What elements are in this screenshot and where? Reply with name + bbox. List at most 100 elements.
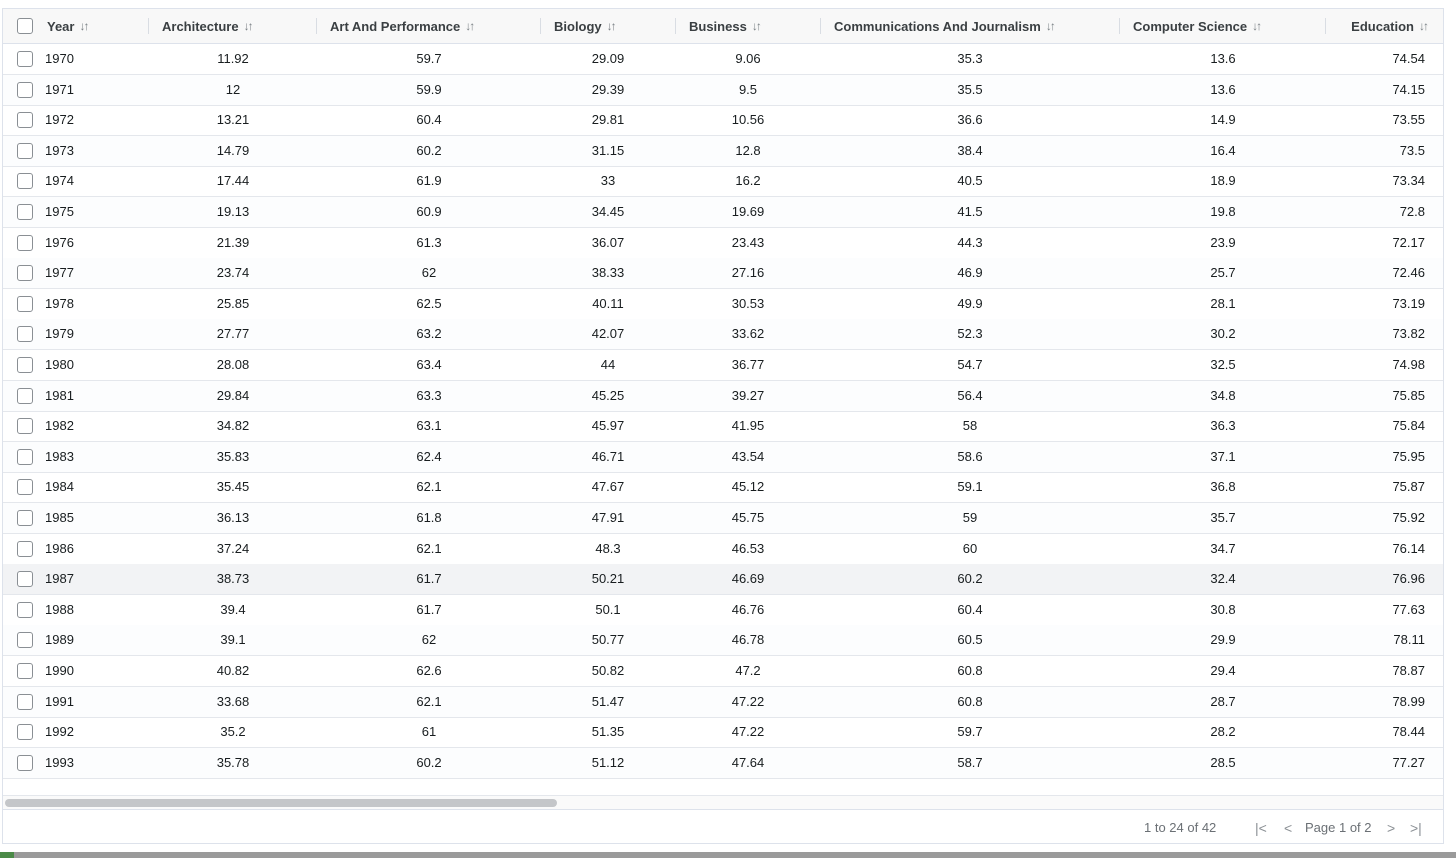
cell-biology[interactable]: 33 [548,166,668,196]
cell-biology[interactable]: 50.77 [548,625,668,655]
cell-year[interactable]: 1984 [45,472,145,502]
cell-architecture[interactable]: 35.78 [173,748,293,778]
cell-architecture[interactable]: 21.39 [173,228,293,258]
select-all-checkbox[interactable] [17,18,33,34]
cell-education[interactable]: 73.55 [1303,105,1425,135]
table-row[interactable]: 1986 37.24 62.1 48.3 46.53 60 34.7 76.14 [3,534,1443,565]
cell-business[interactable]: 30.53 [688,289,808,319]
cell-art-and-performance[interactable]: 61.7 [369,595,489,625]
cell-year[interactable]: 1991 [45,687,145,717]
cell-art-and-performance[interactable]: 63.2 [369,319,489,349]
cell-communications-and-journalism[interactable]: 41.5 [910,197,1030,227]
cell-biology[interactable]: 51.35 [548,717,668,747]
cell-biology[interactable]: 45.97 [548,411,668,441]
row-checkbox[interactable] [17,418,33,434]
table-row[interactable]: 1982 34.82 63.1 45.97 41.95 58 36.3 75.84 [3,411,1443,442]
cell-communications-and-journalism[interactable]: 59 [910,503,1030,533]
row-checkbox[interactable] [17,724,33,740]
cell-year[interactable]: 1973 [45,136,145,166]
cell-communications-and-journalism[interactable]: 49.9 [910,289,1030,319]
cell-business[interactable]: 45.75 [688,503,808,533]
horizontal-scrollbar[interactable] [3,795,1443,809]
row-checkbox[interactable] [17,510,33,526]
cell-education[interactable]: 78.11 [1303,625,1425,655]
table-row[interactable]: 1981 29.84 63.3 45.25 39.27 56.4 34.8 75.85 [3,381,1443,412]
table-row[interactable]: 1985 36.13 61.8 47.91 45.75 59 35.7 75.92 [3,503,1443,534]
cell-architecture[interactable]: 38.73 [173,564,293,594]
cell-art-and-performance[interactable]: 62.4 [369,442,489,472]
cell-year[interactable]: 1979 [45,319,145,349]
cell-biology[interactable]: 47.91 [548,503,668,533]
cell-communications-and-journalism[interactable]: 56.4 [910,381,1030,411]
row-checkbox[interactable] [17,663,33,679]
cell-education[interactable]: 73.82 [1303,319,1425,349]
cell-art-and-performance[interactable]: 62.1 [369,472,489,502]
cell-communications-and-journalism[interactable]: 60.8 [910,656,1030,686]
table-row[interactable]: 1988 39.4 61.7 50.1 46.76 60.4 30.8 77.63 [3,595,1443,626]
table-row[interactable]: 1975 19.13 60.9 34.45 19.69 41.5 19.8 72.8 [3,197,1443,228]
cell-biology[interactable]: 29.81 [548,105,668,135]
cell-communications-and-journalism[interactable]: 60.2 [910,564,1030,594]
sort-icon[interactable]: ↓↑ [607,19,617,33]
row-checkbox[interactable] [17,479,33,495]
cell-computer-science[interactable]: 36.8 [1163,472,1283,502]
column-header-architecture[interactable]: Architecture ↓↑ [162,9,312,43]
cell-business[interactable]: 12.8 [688,136,808,166]
row-checkbox[interactable] [17,449,33,465]
cell-architecture[interactable]: 11.92 [173,44,293,74]
column-separator[interactable] [820,18,821,34]
cell-education[interactable]: 75.85 [1303,381,1425,411]
cell-year[interactable]: 1982 [45,411,145,441]
cell-architecture[interactable]: 34.82 [173,411,293,441]
cell-architecture[interactable]: 37.24 [173,534,293,564]
row-checkbox[interactable] [17,265,33,281]
column-header-business[interactable]: Business ↓↑ [689,9,814,43]
table-row[interactable]: 1984 35.45 62.1 47.67 45.12 59.1 36.8 75.87 [3,472,1443,503]
cell-art-and-performance[interactable]: 62 [369,625,489,655]
cell-architecture[interactable]: 40.82 [173,656,293,686]
sort-icon[interactable]: ↓↑ [465,19,475,33]
row-checkbox[interactable] [17,82,33,98]
cell-biology[interactable]: 40.11 [548,289,668,319]
row-checkbox[interactable] [17,51,33,67]
cell-biology[interactable]: 34.45 [548,197,668,227]
cell-education[interactable]: 78.44 [1303,717,1425,747]
cell-business[interactable]: 36.77 [688,350,808,380]
cell-art-and-performance[interactable]: 60.2 [369,136,489,166]
cell-art-and-performance[interactable]: 61.9 [369,166,489,196]
cell-communications-and-journalism[interactable]: 58.6 [910,442,1030,472]
cell-year[interactable]: 1976 [45,228,145,258]
cell-computer-science[interactable]: 18.9 [1163,166,1283,196]
column-separator[interactable] [1325,18,1326,34]
cell-education[interactable]: 78.99 [1303,687,1425,717]
cell-art-and-performance[interactable]: 60.9 [369,197,489,227]
cell-year[interactable]: 1986 [45,534,145,564]
cell-education[interactable]: 75.92 [1303,503,1425,533]
cell-computer-science[interactable]: 28.5 [1163,748,1283,778]
column-separator[interactable] [675,18,676,34]
cell-communications-and-journalism[interactable]: 44.3 [910,228,1030,258]
cell-art-and-performance[interactable]: 63.3 [369,381,489,411]
cell-business[interactable]: 47.2 [688,656,808,686]
cell-biology[interactable]: 31.15 [548,136,668,166]
cell-art-and-performance[interactable]: 62 [369,258,489,288]
cell-architecture[interactable]: 19.13 [173,197,293,227]
cell-education[interactable]: 72.46 [1303,258,1425,288]
cell-business[interactable]: 27.16 [688,258,808,288]
cell-architecture[interactable]: 27.77 [173,319,293,349]
table-row[interactable]: 1979 27.77 63.2 42.07 33.62 52.3 30.2 73.82 [3,319,1443,350]
column-separator[interactable] [1119,18,1120,34]
sort-icon[interactable]: ↓↑ [1252,19,1262,33]
cell-computer-science[interactable]: 29.4 [1163,656,1283,686]
cell-education[interactable]: 74.98 [1303,350,1425,380]
cell-communications-and-journalism[interactable]: 60.5 [910,625,1030,655]
cell-year[interactable]: 1975 [45,197,145,227]
cell-architecture[interactable]: 35.2 [173,717,293,747]
cell-year[interactable]: 1990 [45,656,145,686]
cell-year[interactable]: 1987 [45,564,145,594]
cell-year[interactable]: 1980 [45,350,145,380]
cell-biology[interactable]: 38.33 [548,258,668,288]
cell-business[interactable]: 46.78 [688,625,808,655]
cell-communications-and-journalism[interactable]: 35.3 [910,44,1030,74]
table-row[interactable]: 1993 35.78 60.2 51.12 47.64 58.7 28.5 77.27 [3,748,1443,779]
